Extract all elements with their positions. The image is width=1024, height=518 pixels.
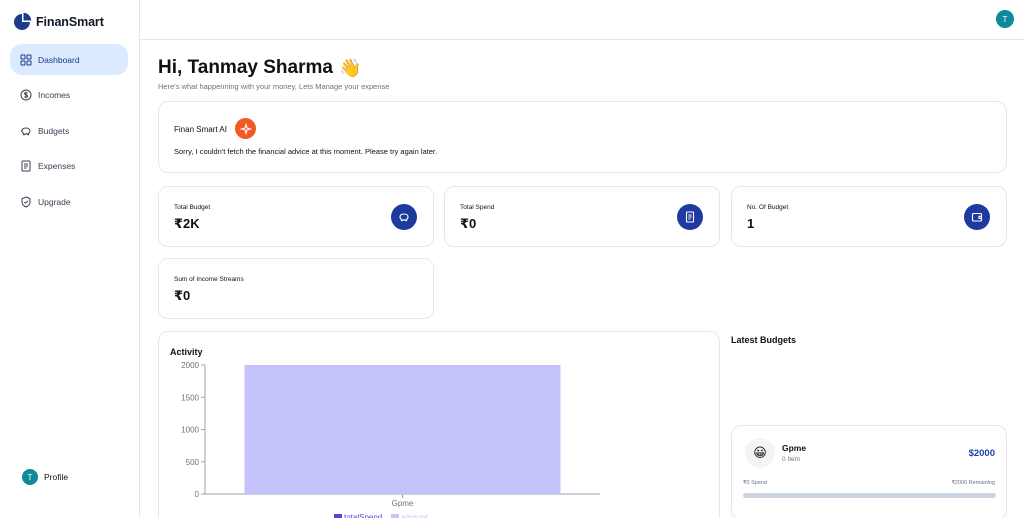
x-tick-label: Gpme	[392, 499, 414, 508]
sidebar-item-expenses[interactable]: Expenses	[10, 151, 128, 182]
budget-remaining: ₹2000 Remaining	[951, 480, 995, 486]
sidebar-item-incomes[interactable]: Incomes	[10, 80, 128, 111]
sidebar-item-label: Budgets	[38, 125, 70, 136]
top-header: T	[140, 0, 1024, 40]
page-title: Hi, Tanmay Sharma	[158, 57, 333, 78]
page-subtitle: Here's what happenning with your money, …	[158, 82, 390, 91]
logo[interactable]: FinanSmart	[12, 12, 104, 32]
budget-spend: ₹0 Spend	[743, 480, 767, 486]
ai-advice-card: Finan Smart AI Sorry, I couldn't fetch t…	[158, 101, 1007, 173]
greeting: Hi, Tanmay Sharma 👋	[158, 57, 361, 79]
avatar: T	[22, 469, 38, 485]
latest-budgets-title: Latest Budgets	[731, 335, 797, 345]
budget-name: Gpme	[782, 443, 807, 453]
sidebar-item-label: Expenses	[38, 161, 76, 171]
budget-amount: $2000	[968, 448, 995, 459]
sidebar: FinanSmart Dashboard Incomes Budgets Exp…	[0, 0, 140, 518]
app-root: FinanSmart Dashboard Incomes Budgets Exp…	[0, 0, 1024, 518]
dollar-circle-icon	[20, 89, 32, 101]
sidebar-nav: Dashboard Incomes Budgets Expenses Upgra…	[10, 44, 128, 222]
legend-label: amount	[401, 513, 428, 518]
user-avatar-button[interactable]: T	[996, 10, 1014, 28]
shield-check-icon	[21, 195, 31, 208]
total-spend-card: Total Spend ₹0	[444, 186, 720, 247]
sidebar-item-upgrade[interactable]: Upgrade	[10, 186, 128, 217]
y-tick-label: 500	[186, 458, 200, 467]
total-budget-card: Total Budget ₹2K	[158, 186, 434, 247]
piggy-bank-icon	[391, 204, 417, 230]
sparkle-icon	[235, 118, 256, 139]
activity-card: Activity 2000 1500 1000 500 0 Gpme totalSpend a…	[158, 331, 720, 518]
receipt-icon	[21, 160, 31, 172]
stat-label: Sum of Income Streams	[174, 276, 244, 283]
sidebar-item-label: Incomes	[38, 90, 71, 100]
logo-icon	[14, 12, 32, 30]
profile-label: Profile	[44, 472, 69, 482]
y-tick-label: 0	[195, 490, 200, 499]
grid-icon	[20, 54, 32, 65]
stat-value: ₹0	[460, 216, 477, 231]
stat-value: ₹2K	[174, 216, 200, 231]
sidebar-item-budgets[interactable]: Budgets	[10, 115, 128, 146]
budget-item-card[interactable]: 😀 Gpme 0 Item $2000 ₹0 Spend ₹2000 Remai…	[731, 425, 1007, 518]
budget-progress-bar	[743, 493, 996, 498]
stat-label: Total Spend	[460, 204, 495, 211]
budget-emoji: 😀	[745, 438, 775, 468]
stat-label: Total Budget	[174, 204, 211, 211]
activity-chart: 2000 1500 1000 500 0 Gpme totalSpend amount	[181, 361, 600, 518]
y-tick-label: 2000	[181, 361, 199, 370]
stat-label: No. Of Budget	[747, 204, 789, 211]
stat-value: 1	[747, 216, 755, 231]
wave-emoji: 👋	[338, 57, 362, 78]
sidebar-item-dashboard[interactable]: Dashboard	[10, 44, 128, 75]
piggy-bank-icon	[20, 126, 31, 135]
sidebar-item-label: Dashboard	[38, 54, 80, 65]
legend-swatch	[334, 514, 342, 518]
income-streams-card: Sum of Income Streams ₹0	[158, 258, 434, 319]
budget-item-count: 0 Item	[782, 456, 801, 463]
budget-count-card: No. Of Budget 1	[731, 186, 1007, 247]
y-tick-label: 1500	[181, 393, 199, 402]
wallet-icon	[964, 204, 990, 230]
profile-link[interactable]: T Profile	[22, 469, 68, 485]
ai-card-title: Finan Smart AI	[174, 125, 227, 134]
logo-text: FinanSmart	[36, 15, 104, 29]
ai-advice-text: Sorry, I couldn't fetch the financial ad…	[174, 147, 438, 156]
sidebar-item-label: Upgrade	[38, 196, 71, 207]
stat-value: ₹0	[174, 288, 191, 303]
legend-swatch	[391, 514, 399, 518]
legend-label: totalSpend	[344, 513, 382, 518]
y-tick-label: 1000	[181, 426, 199, 435]
receipt-icon	[677, 204, 703, 230]
bar-amount	[244, 365, 561, 494]
